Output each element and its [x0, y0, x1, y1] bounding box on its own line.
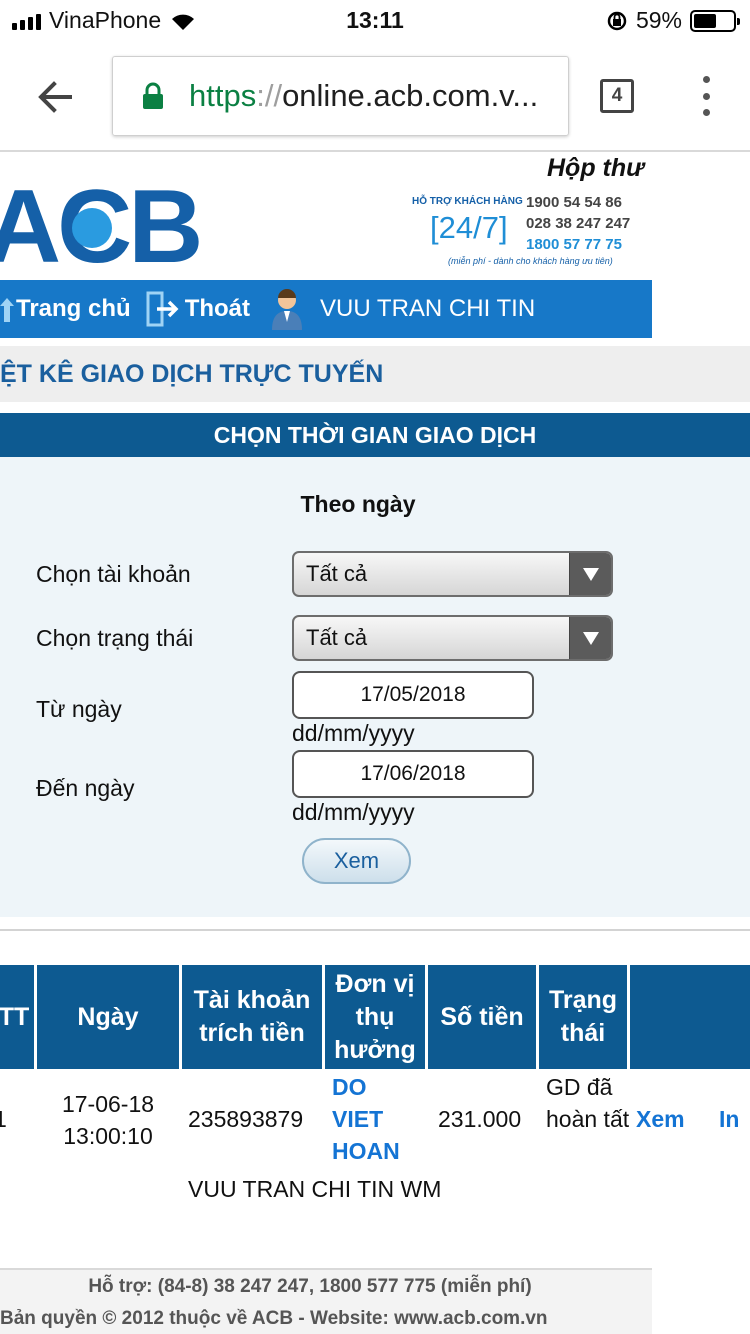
nav-home[interactable]: Trang chủ — [0, 280, 131, 338]
footer: Hỗ trợ: (84-8) 38 247 247, 1800 577 775 … — [0, 1268, 652, 1334]
footer-copyright: Bản quyền © 2012 thuộc về ACB - Website:… — [0, 1308, 548, 1329]
column-header-date: Ngày — [37, 965, 179, 1069]
hotline-number: 1800 57 77 75 — [526, 236, 622, 253]
battery-icon — [690, 9, 740, 32]
row-index: 1 — [0, 1106, 7, 1132]
url-host: online.acb.com.v... — [282, 78, 539, 113]
page-title: ỆT KÊ GIAO DỊCH TRỰC TUYẾN — [0, 346, 750, 402]
lock-icon — [143, 82, 163, 109]
status-right: 59% — [606, 7, 740, 34]
account-select-value: Tất cả — [306, 561, 368, 586]
mailbox-link[interactable]: Hộp thư — [547, 154, 644, 183]
url-separator: :// — [256, 78, 283, 113]
column-header-account: Tài khoản trích tiền — [182, 965, 322, 1069]
row-beneficiary[interactable]: DO VIET HOAN — [332, 1071, 422, 1167]
url-scheme: https — [189, 78, 257, 113]
row-status: GD đã hoàn tất — [546, 1074, 630, 1132]
user-name: VUU TRAN CHI TIN — [320, 295, 536, 322]
row-view-link[interactable]: Xem — [636, 1103, 685, 1135]
rotation-lock-icon — [607, 11, 627, 30]
hotline-label: HỖ TRỢ KHÁCH HÀNG — [412, 196, 523, 207]
view-button[interactable]: Xem — [302, 838, 411, 884]
logout-icon — [146, 291, 179, 327]
address-bar[interactable]: https://online.acb.com.v... — [112, 56, 569, 136]
acb-logo[interactable]: ACB — [0, 174, 216, 274]
hotline-247: [24/7] — [430, 210, 508, 245]
row-time: 13:00:10 — [63, 1123, 153, 1149]
column-header-amount: Số tiền — [428, 965, 536, 1069]
status-label: Chọn trạng thái — [36, 625, 194, 651]
section-title: CHỌN THỜI GIAN GIAO DỊCH — [0, 413, 750, 457]
status-select-value: Tất cả — [306, 625, 368, 650]
row-print-link[interactable]: In — [719, 1103, 739, 1135]
to-date-label: Đến ngày — [36, 775, 135, 801]
from-date-hint: dd/mm/yyyy — [292, 720, 415, 746]
hotline-banner: HỖ TRỢ KHÁCH HÀNG [24/7] 1900 54 54 86 0… — [412, 194, 652, 270]
account-select[interactable]: Tất cả — [292, 551, 613, 597]
home-icon — [0, 298, 14, 322]
row-date: 17-06-18 — [61, 1091, 155, 1117]
filter-panel: Theo ngày Chọn tài khoản Tất cả Chọn trạ… — [0, 457, 750, 917]
table-header: TT Ngày Tài khoản trích tiền Đơn vị thụ … — [0, 965, 750, 1069]
column-header-status: Trạng thái — [539, 965, 627, 1069]
table-row: 1 17-06-18 13:00:10 235893879 DO VIET HO… — [0, 1069, 750, 1169]
status-bar: VinaPhone 13:11 59% — [0, 0, 750, 40]
browser-toolbar: https://online.acb.com.v... 4 — [0, 40, 750, 152]
nav-user: VUU TRAN CHI TIN — [250, 280, 535, 338]
column-header-beneficiary: Đơn vị thụ hưởng — [325, 965, 425, 1069]
column-header-actions — [630, 965, 750, 1069]
overflow-menu-icon[interactable] — [696, 76, 716, 116]
hotline-number: 1900 54 54 86 — [526, 194, 622, 211]
user-icon — [272, 289, 303, 330]
nav-bar: Trang chủ Thoát VUU TRAN CHI TIN — [0, 280, 652, 338]
dropdown-arrow-icon — [569, 553, 611, 595]
nav-exit-label: Thoát — [184, 295, 251, 322]
status-select[interactable]: Tất cả — [292, 615, 613, 661]
hotline-note: (miễn phí - dành cho khách hàng ưu tiên) — [448, 256, 613, 266]
tab-count-button[interactable]: 4 — [600, 79, 634, 113]
account-label: Chọn tài khoản — [36, 561, 191, 587]
back-arrow-icon[interactable] — [30, 72, 80, 122]
column-header-index: TT — [0, 965, 34, 1069]
row-amount: 231.000 — [438, 1106, 522, 1132]
divider — [0, 929, 750, 931]
hotline-number: 028 38 247 247 — [526, 215, 631, 232]
battery-percent: 59% — [635, 7, 682, 33]
row-account: 235893879 — [188, 1106, 304, 1132]
footer-support: Hỗ trợ: (84-8) 38 247 247, 1800 577 775 … — [88, 1276, 532, 1297]
to-date-hint: dd/mm/yyyy — [292, 799, 415, 825]
site-header: ACB Hộp thư HỖ TRỢ KHÁCH HÀNG [24/7] 190… — [0, 152, 750, 280]
from-date-label: Từ ngày — [36, 696, 122, 722]
from-date-input[interactable]: 17/05/2018 — [292, 671, 534, 719]
row-description: VUU TRAN CHI TIN WM — [188, 1176, 442, 1202]
dropdown-arrow-icon — [569, 617, 611, 659]
to-date-input[interactable]: 17/06/2018 — [292, 750, 534, 798]
filter-mode: Theo ngày — [300, 491, 416, 517]
nav-home-label: Trang chủ — [16, 295, 131, 322]
nav-exit[interactable]: Thoát — [131, 280, 250, 338]
